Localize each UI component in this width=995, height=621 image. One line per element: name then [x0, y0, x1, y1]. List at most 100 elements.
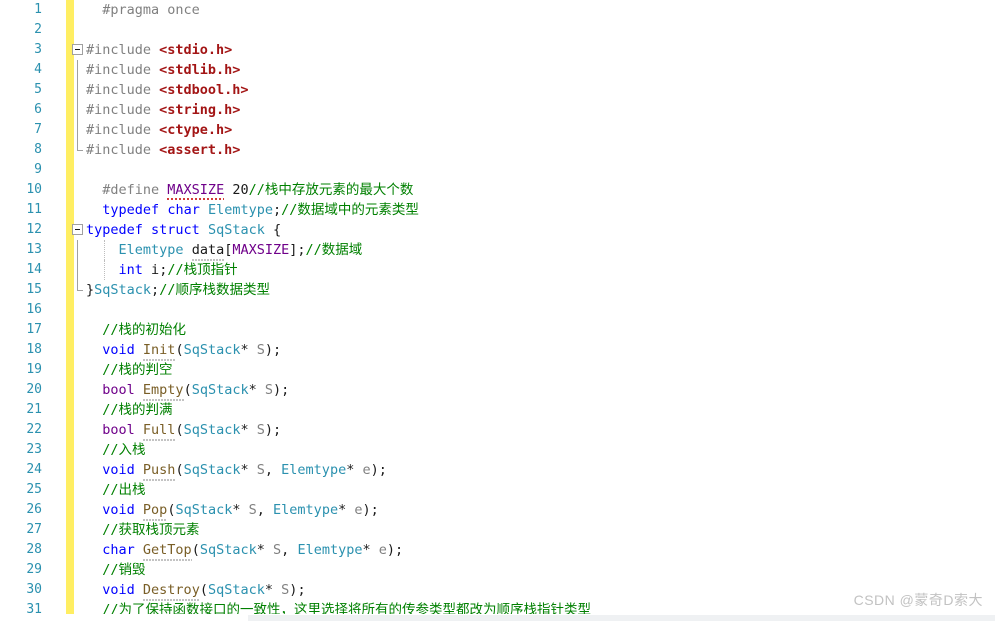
code-text[interactable]: //栈的判满 [86, 400, 173, 420]
code-line[interactable]: 6 #include <string.h> [0, 100, 995, 120]
code-token: //栈的判满 [102, 402, 173, 418]
code-text[interactable]: Elemtype data[MAXSIZE];//数据域 [86, 240, 363, 260]
code-line[interactable]: 14 int i;//栈顶指针 [0, 260, 995, 280]
code-token: Empty [142, 382, 184, 398]
code-line[interactable]: 15}SqStack;//顺序栈数据类型 [0, 280, 995, 300]
code-line[interactable]: 23 //入栈 [0, 440, 995, 460]
code-text[interactable]: typedef char Elemtype;//数据域中的元素类型 [86, 200, 419, 220]
fold-collapse-icon[interactable] [70, 220, 86, 240]
code-line[interactable]: 4 #include <stdlib.h> [0, 60, 995, 80]
code-editor[interactable]: 1 #pragma once 2 3 #include <stdio.h> 4 #incl… [0, 0, 995, 618]
code-token: * [248, 382, 257, 398]
code-line[interactable]: 18 void Init(SqStack* S); [0, 340, 995, 360]
code-token: //数据域中的元素类型 [281, 202, 419, 218]
code-token: 20 [224, 182, 249, 198]
code-line[interactable]: 20 bool Empty(SqStack* S); [0, 380, 995, 400]
code-text[interactable]: void Destroy(SqStack* S); [86, 580, 305, 600]
fold-collapse-icon[interactable] [70, 40, 86, 60]
code-text[interactable]: //入栈 [86, 440, 145, 460]
code-token: //栈中存放元素的最大个数 [248, 182, 414, 198]
code-text[interactable]: #include <assert.h> [86, 140, 240, 160]
code-token: data [191, 242, 225, 258]
code-text[interactable]: //出栈 [86, 480, 145, 500]
code-text[interactable]: int i;//栈顶指针 [86, 260, 238, 280]
line-number: 1 [34, 2, 42, 17]
code-text[interactable]: bool Empty(SqStack* S); [86, 380, 289, 400]
code-text[interactable]: #include <ctype.h> [86, 120, 232, 140]
csdn-watermark: CSDN @蒙奇D索大 [853, 592, 983, 608]
code-token: SqStack [207, 222, 265, 238]
code-token: int [118, 262, 143, 278]
code-line[interactable]: 5 #include <stdbool.h> [0, 80, 995, 100]
code-line[interactable]: 26 void Pop(SqStack* S, Elemtype* e); [0, 500, 995, 520]
code-token: , [281, 542, 298, 558]
code-text[interactable]: bool Full(SqStack* S); [86, 420, 281, 440]
code-line[interactable]: 13 Elemtype data[MAXSIZE];//数据域 [0, 240, 995, 260]
code-line[interactable]: 28 char GetTop(SqStack* S, Elemtype* e); [0, 540, 995, 560]
code-text[interactable]: #define MAXSIZE 20//栈中存放元素的最大个数 [86, 180, 413, 200]
code-line[interactable]: 19 //栈的判空 [0, 360, 995, 380]
code-token: #include [86, 142, 160, 158]
code-token: bool [102, 422, 135, 438]
code-token: * [240, 342, 249, 358]
line-number: 30 [26, 582, 42, 597]
code-token: e [378, 542, 387, 558]
code-line[interactable]: 30 void Destroy(SqStack* S); [0, 580, 995, 600]
code-text[interactable]: #include <stdlib.h> [86, 60, 240, 80]
code-line[interactable]: 2 [0, 20, 995, 40]
code-token: SqStack [191, 382, 249, 398]
code-line[interactable]: 21 //栈的判满 [0, 400, 995, 420]
code-line[interactable]: 12 typedef struct SqStack { [0, 220, 995, 240]
code-line[interactable]: 24 void Push(SqStack* S, Elemtype* e); [0, 460, 995, 480]
code-text[interactable]: #include <stdio.h> [86, 40, 232, 60]
code-text[interactable]: void Init(SqStack* S); [86, 340, 281, 360]
code-text[interactable]: typedef struct SqStack { [86, 220, 281, 240]
code-token: ( [175, 422, 184, 438]
code-text[interactable]: //获取栈顶元素 [86, 520, 199, 540]
code-token: <stdbool.h> [159, 82, 249, 98]
code-text[interactable]: //栈的初始化 [86, 320, 186, 340]
code-line[interactable]: 10 #define MAXSIZE 20//栈中存放元素的最大个数 [0, 180, 995, 200]
code-text[interactable]: #include <string.h> [86, 100, 240, 120]
code-text[interactable]: //栈的判空 [86, 360, 172, 380]
code-line[interactable]: 25 //出栈 [0, 480, 995, 500]
code-line[interactable]: 8 #include <assert.h> [0, 140, 995, 160]
code-token: bool [102, 382, 135, 398]
code-line[interactable]: 29 //销毁 [0, 560, 995, 580]
code-line[interactable]: 11 typedef char Elemtype;//数据域中的元素类型 [0, 200, 995, 220]
horizontal-scrollbar[interactable] [0, 614, 995, 621]
code-token: void [102, 502, 135, 518]
code-text[interactable]: void Push(SqStack* S, Elemtype* e); [86, 460, 387, 480]
line-number: 13 [26, 242, 42, 257]
code-text[interactable]: char GetTop(SqStack* S, Elemtype* e); [86, 540, 403, 560]
code-text[interactable]: }SqStack;//顺序栈数据类型 [86, 280, 270, 300]
code-line[interactable]: 17 //栈的初始化 [0, 320, 995, 340]
line-number: 21 [26, 402, 42, 417]
code-line[interactable]: 3 #include <stdio.h> [0, 40, 995, 60]
code-lines-container[interactable]: 1 #pragma once 2 3 #include <stdio.h> 4 #incl… [0, 0, 995, 620]
code-line[interactable]: 22 bool Full(SqStack* S); [0, 420, 995, 440]
code-text[interactable]: //销毁 [86, 560, 145, 580]
code-line[interactable]: 7 #include <ctype.h> [0, 120, 995, 140]
code-token: void [102, 462, 135, 478]
code-line[interactable]: 16 [0, 300, 995, 320]
line-number: 28 [26, 542, 42, 557]
code-token: SqStack [175, 502, 233, 518]
code-text[interactable]: void Pop(SqStack* S, Elemtype* e); [86, 500, 379, 520]
code-line[interactable]: 27 //获取栈顶元素 [0, 520, 995, 540]
code-line[interactable]: 9 [0, 160, 995, 180]
scrollbar-track[interactable] [248, 615, 995, 621]
code-text[interactable]: #pragma once [86, 0, 200, 20]
code-line[interactable]: 1 #pragma once [0, 0, 995, 20]
code-text[interactable]: #include <stdbool.h> [86, 80, 249, 100]
code-token: Elemtype [207, 202, 273, 218]
